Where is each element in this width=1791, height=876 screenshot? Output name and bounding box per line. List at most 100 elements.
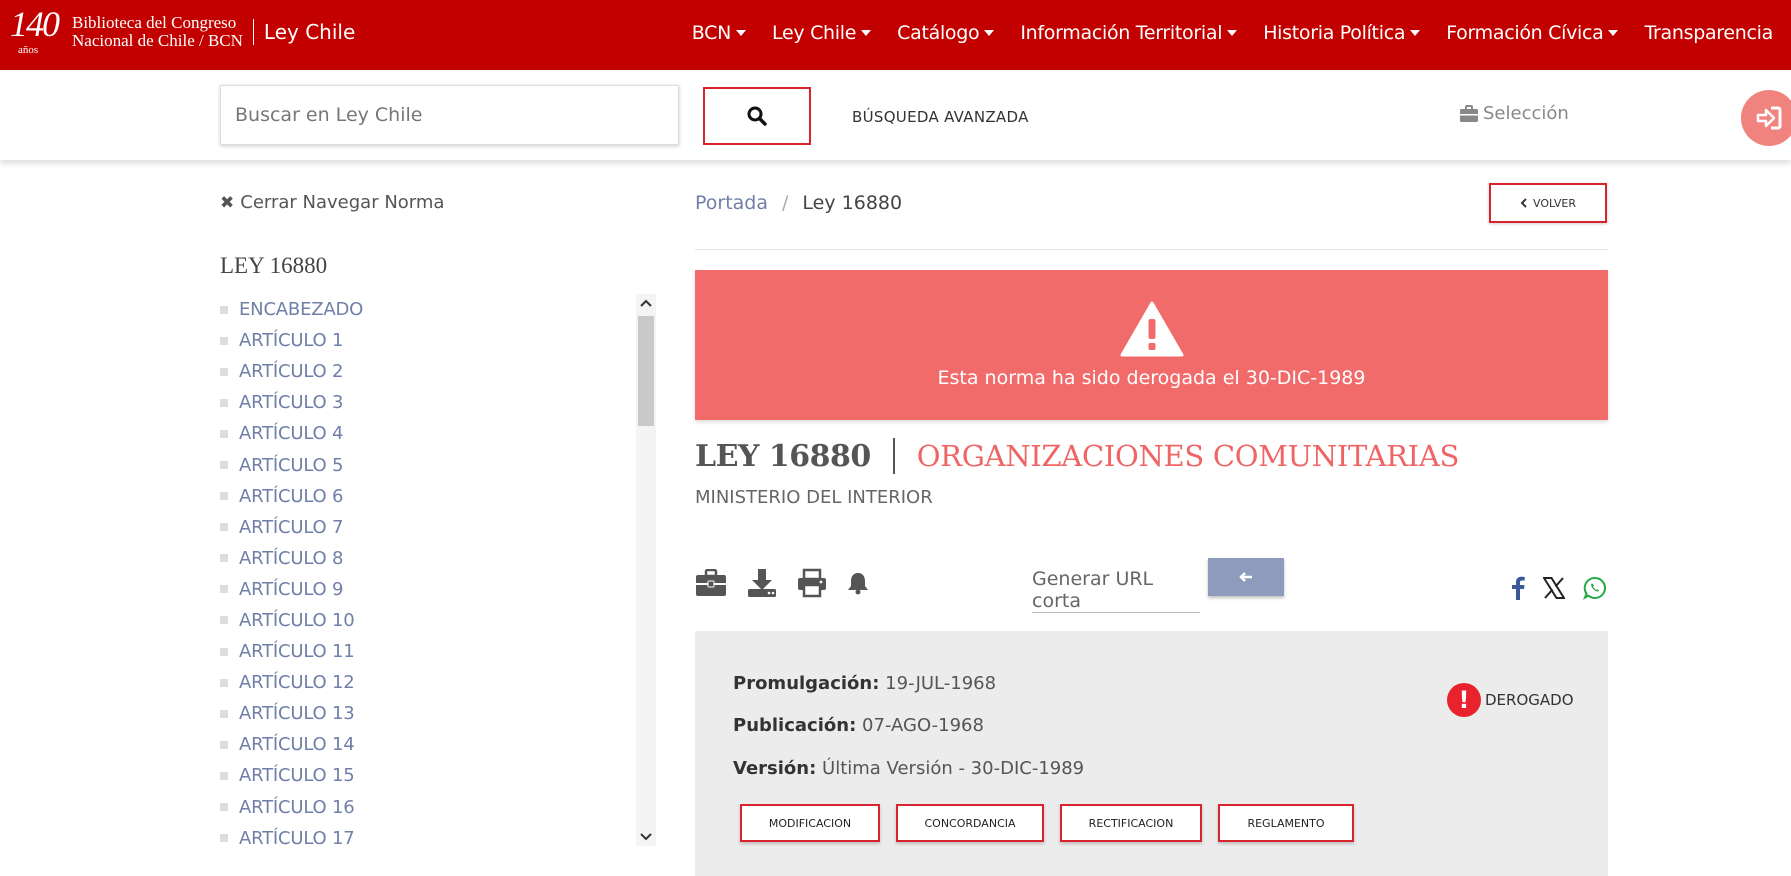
toc-item[interactable]: ENCABEZADO [220,294,660,325]
download-button[interactable] [747,568,777,598]
toc-link[interactable]: ENCABEZADO [239,299,363,320]
advanced-search-link[interactable]: BÚSQUEDA AVANZADA [852,108,1029,126]
toc-item[interactable]: ARTÍCULO 5 [220,449,660,480]
breadcrumb: Portada / Ley 16880 [695,192,902,214]
search-bar: BÚSQUEDA AVANZADA Selección [0,70,1791,160]
toc-link[interactable]: ARTÍCULO 3 [239,392,343,413]
close-navigation-button[interactable]: ✖ Cerrar Navegar Norma [220,192,444,213]
toc-link[interactable]: ARTÍCULO 7 [239,517,343,538]
login-button[interactable] [1741,90,1791,146]
rectificacion-button[interactable]: RECTIFICACION [1060,804,1202,842]
search-button[interactable] [703,87,811,145]
toc-link[interactable]: ARTÍCULO 12 [239,672,355,693]
toc-link[interactable]: ARTÍCULO 2 [239,361,343,382]
add-to-selection-button[interactable] [695,569,727,597]
brand-separator [252,19,254,45]
toc-item[interactable]: ARTÍCULO 8 [220,543,660,574]
toc-link[interactable]: ARTÍCULO 9 [239,579,343,600]
concordancia-button[interactable]: CONCORDANCIA [896,804,1044,842]
share-x[interactable] [1543,577,1565,599]
nav-label: Ley Chile [772,22,857,44]
toc-item[interactable]: ARTÍCULO 17 [220,823,660,846]
toc-link[interactable]: ARTÍCULO 5 [239,455,343,476]
toc-item[interactable]: ARTÍCULO 3 [220,387,660,418]
divider [695,249,1608,250]
back-label: VOLVER [1532,196,1577,210]
nav-informacion-territorial[interactable]: Información Territorial [1020,22,1238,44]
toc-item[interactable]: ARTÍCULO 1 [220,325,660,356]
share-facebook[interactable] [1511,576,1525,600]
toc-link[interactable]: ARTÍCULO 17 [239,828,355,846]
generate-short-url-button[interactable] [1208,558,1284,596]
square-bullet-icon [220,492,228,501]
toc-item[interactable]: ARTÍCULO 12 [220,667,660,698]
toc-item[interactable]: ARTÍCULO 16 [220,792,660,823]
selection-link[interactable]: Selección [1459,103,1569,124]
square-bullet-icon [220,429,228,438]
square-bullet-icon [220,585,228,594]
close-navigation-label: Cerrar Navegar Norma [240,192,445,213]
nav-transparencia[interactable]: Transparencia [1644,22,1773,44]
toc-item[interactable]: ARTÍCULO 7 [220,512,660,543]
publication-row: Publicación: 07-AGO-1968 [733,715,984,736]
whatsapp-icon [1583,576,1606,600]
nav-catalogo[interactable]: Catálogo [897,22,995,44]
notify-button[interactable] [847,571,869,595]
square-bullet-icon [220,305,228,314]
toc-link[interactable]: ARTÍCULO 16 [239,797,355,818]
chevron-up-icon[interactable] [640,298,652,310]
toc-item[interactable]: ARTÍCULO 4 [220,418,660,449]
nav-formacion-civica[interactable]: Formación Cívica [1446,22,1619,44]
back-button[interactable]: VOLVER [1489,183,1607,223]
briefcase-icon [1460,104,1478,122]
toc-link[interactable]: ARTÍCULO 14 [239,734,355,755]
toc-link[interactable]: ARTÍCULO 6 [239,486,343,507]
print-button[interactable] [797,568,827,598]
promulgation-value: 19-JUL-1968 [885,673,997,694]
ministry: MINISTERIO DEL INTERIOR [695,487,933,508]
table-of-contents: ENCABEZADO ARTÍCULO 1 ARTÍCULO 2 ARTÍCUL… [220,294,660,846]
caret-down-icon [861,30,872,36]
toc-item[interactable]: ARTÍCULO 11 [220,636,660,667]
square-bullet-icon [220,616,228,625]
square-bullet-icon [220,803,228,812]
download-icon [748,569,776,597]
toc-link[interactable]: ARTÍCULO 11 [239,641,355,662]
chevron-down-icon[interactable] [640,830,652,842]
reglamento-button[interactable]: REGLAMENTO [1218,804,1354,842]
toc-link[interactable]: ARTÍCULO 15 [239,765,355,786]
toc-item[interactable]: ARTÍCULO 15 [220,760,660,791]
short-url-field[interactable]: Generar URL corta [1032,568,1200,613]
share-whatsapp[interactable] [1583,576,1607,600]
brand[interactable]: 140 años Biblioteca del Congreso Naciona… [10,4,355,60]
law-number: LEY 16880 [695,438,871,474]
toc-item[interactable]: ARTÍCULO 14 [220,729,660,760]
institution-name: Biblioteca del Congreso Nacional de Chil… [72,14,243,50]
toc-item[interactable]: ARTÍCULO 9 [220,574,660,605]
toc-item[interactable]: ARTÍCULO 10 [220,605,660,636]
toc-link[interactable]: ARTÍCULO 10 [239,610,355,631]
status-badge: ! DEROGADO [1447,683,1574,717]
nav-bcn[interactable]: BCN [692,22,747,44]
toc-link[interactable]: ARTÍCULO 8 [239,548,343,569]
toc-link[interactable]: ARTÍCULO 13 [239,703,355,724]
toc-item[interactable]: ARTÍCULO 2 [220,356,660,387]
scrollbar-thumb[interactable] [638,316,654,426]
toc-item[interactable]: ARTÍCULO 6 [220,481,660,512]
heading-divider [892,438,895,474]
nav-ley-chile[interactable]: Ley Chile [772,22,872,44]
toc-link[interactable]: ARTÍCULO 1 [239,330,343,351]
law-name: ORGANIZACIONES COMUNITARIAS [916,439,1460,473]
nav-historia-politica[interactable]: Historia Política [1263,22,1421,44]
toc-link[interactable]: ARTÍCULO 4 [239,423,343,444]
breadcrumb-home[interactable]: Portada [695,192,768,214]
toc-item[interactable]: ARTÍCULO 13 [220,698,660,729]
repeal-alert: Esta norma ha sido derogada el 30-DIC-19… [695,270,1608,420]
search-input[interactable] [220,85,679,145]
modificacion-button[interactable]: MODIFICACION [740,804,880,842]
search-icon [747,106,767,126]
toc-scrollbar[interactable] [636,294,656,846]
main-nav: BCN Ley Chile Catálogo Información Terri… [666,0,1774,66]
top-navbar: 140 años Biblioteca del Congreso Naciona… [0,0,1791,70]
print-icon [798,568,826,598]
